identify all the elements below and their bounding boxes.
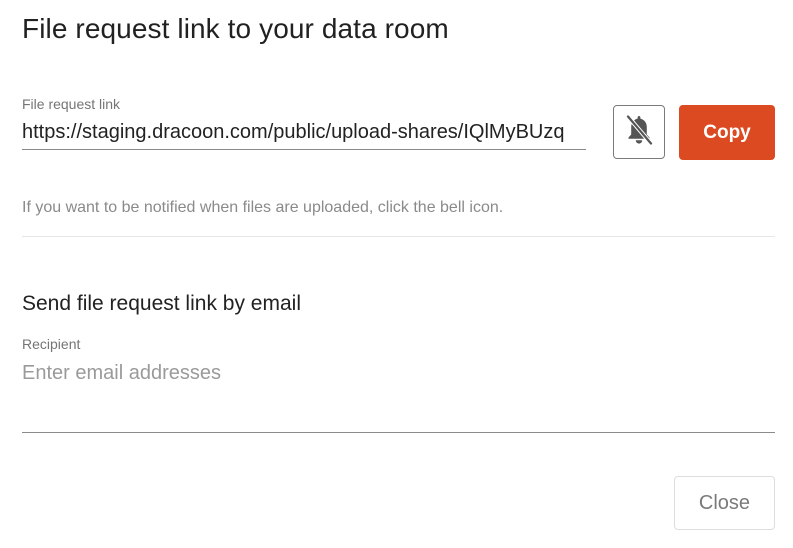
notify-toggle-button[interactable] [613, 105, 665, 159]
recipient-email-input[interactable] [22, 359, 775, 433]
copy-button[interactable]: Copy [679, 105, 775, 160]
file-request-link-label: File request link [22, 96, 121, 112]
bell-off-icon [624, 113, 654, 152]
section-divider [22, 236, 775, 237]
close-button[interactable]: Close [674, 476, 775, 530]
recipient-field: Recipient [22, 336, 775, 433]
notification-hint: If you want to be notified when files ar… [22, 199, 504, 216]
dialog-title: File request link to your data room [22, 13, 449, 44]
file-request-link-value[interactable]: https://staging.dracoon.com/public/uploa… [22, 118, 586, 150]
recipient-label: Recipient [22, 336, 81, 352]
email-section-title: Send file request link by email [22, 292, 301, 315]
file-request-link-field: File request link https://staging.dracoo… [22, 96, 586, 150]
file-request-dialog: File request link to your data room File… [0, 0, 793, 548]
